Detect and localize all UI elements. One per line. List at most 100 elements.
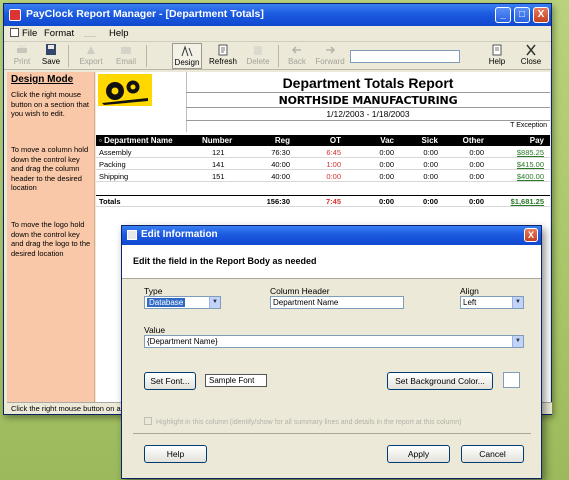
align-label: Align xyxy=(460,286,479,296)
column-header-label: Column Header xyxy=(270,286,330,296)
help-button[interactable]: Help xyxy=(485,43,509,69)
sample-font-preview: Sample Font xyxy=(205,374,267,387)
total-sick: 0:00 xyxy=(422,197,438,206)
company-name[interactable]: NORTHSIDE MANUFACTURING xyxy=(96,94,550,107)
column-header-vac[interactable]: Vac xyxy=(358,136,394,145)
arrow-right-icon xyxy=(326,46,336,54)
search-box[interactable] xyxy=(350,50,460,63)
column-header-sick[interactable]: Sick xyxy=(402,136,438,145)
status-text: Click the right mouse button on a xyxy=(11,404,121,413)
apply-button[interactable]: Apply xyxy=(387,445,450,463)
design-mode-heading: Design Mode xyxy=(11,74,74,85)
toolbar-separator xyxy=(278,45,279,67)
dialog-icon xyxy=(127,230,137,240)
column-header-ot[interactable]: OT xyxy=(311,136,341,145)
menu-separator: ___ xyxy=(84,30,96,37)
print-button[interactable]: Print xyxy=(8,43,36,69)
design-button[interactable]: Design xyxy=(172,43,202,69)
set-background-color-button[interactable]: Set Background Color... xyxy=(387,372,493,390)
value-dropdown[interactable]: {Department Name} ▼ xyxy=(144,335,524,348)
column-header-department-name[interactable]: ▫ Department Name xyxy=(99,136,173,145)
totals-label: Totals xyxy=(99,197,121,206)
close-button[interactable]: X xyxy=(533,7,549,23)
help-button[interactable]: Help xyxy=(144,445,207,463)
help-icon xyxy=(492,44,502,56)
cell-number: 151 xyxy=(212,172,225,181)
column-header-other[interactable]: Other xyxy=(448,136,484,145)
export-button[interactable]: Export xyxy=(74,43,108,69)
app-icon xyxy=(9,9,21,21)
cell-pay[interactable]: $885.25 xyxy=(496,148,544,157)
chevron-down-icon: ▼ xyxy=(512,336,523,347)
highlight-checkbox[interactable]: Highlight in this column (identify/show … xyxy=(144,417,461,426)
cell-pay[interactable]: $400.00 xyxy=(496,172,544,181)
menu-bar: File Format ___ Help xyxy=(4,26,551,42)
cell-vac: 0:00 xyxy=(379,172,394,181)
cell-ot: 6:45 xyxy=(326,148,341,157)
dialog-close-button[interactable]: X xyxy=(524,228,538,242)
column-header-reg[interactable]: Reg xyxy=(256,136,290,145)
total-vac: 0:00 xyxy=(378,197,394,206)
dialog-divider xyxy=(133,433,531,434)
dialog-title-bar[interactable]: Edit Information X xyxy=(122,226,541,245)
refresh-button[interactable]: Refresh xyxy=(206,43,240,69)
maximize-button[interactable]: □ xyxy=(514,7,530,23)
total-reg: 156:30 xyxy=(266,197,290,206)
totals-row[interactable]: Totals 156:30 7:45 0:00 0:00 0:00 $1,681… xyxy=(96,195,550,207)
value-label: Value xyxy=(144,325,166,335)
exception-note: T Exception xyxy=(510,122,547,129)
dialog-instruction: Edit the field in the Report Body as nee… xyxy=(133,256,317,266)
column-header-pay[interactable]: Pay xyxy=(496,136,544,145)
toolbar-close-button[interactable]: Close xyxy=(518,43,544,69)
email-icon xyxy=(121,47,131,54)
cell-department-name: Shipping xyxy=(99,172,129,181)
design-icon xyxy=(181,45,193,57)
save-button[interactable]: Save xyxy=(38,43,64,69)
background-color-swatch xyxy=(503,372,520,388)
design-mode-panel: Design Mode Click the right mouse button… xyxy=(7,72,95,402)
edit-information-dialog: Edit Information X Edit the field in the… xyxy=(121,225,542,479)
arrow-left-icon xyxy=(291,46,301,54)
type-dropdown[interactable]: Database ▼ xyxy=(144,296,221,309)
cell-other: 0:00 xyxy=(469,148,484,157)
menu-help[interactable]: Help xyxy=(109,28,129,39)
date-range[interactable]: 1/12/2003 - 1/18/2003 xyxy=(96,109,550,119)
company-rule xyxy=(186,107,550,108)
cell-reg: 40:00 xyxy=(271,172,290,181)
cell-ot: 1:00 xyxy=(326,160,341,169)
blank-row xyxy=(96,183,550,194)
back-button[interactable]: Back xyxy=(284,43,310,69)
cancel-button[interactable]: Cancel xyxy=(461,445,524,463)
report-title[interactable]: Department Totals Report xyxy=(96,75,550,91)
cell-pay[interactable]: $415.00 xyxy=(496,160,544,169)
forward-button[interactable]: Forward xyxy=(313,43,347,69)
cell-vac: 0:00 xyxy=(379,160,394,169)
cell-sick: 0:00 xyxy=(423,148,438,157)
checkbox-box xyxy=(144,417,152,425)
menu-format[interactable]: Format xyxy=(44,28,74,39)
cell-reg: 40:00 xyxy=(271,160,290,169)
table-row[interactable]: Assembly 121 76:30 6:45 0:00 0:00 0:00 $… xyxy=(96,147,550,158)
title-bar[interactable]: PayClock Report Manager - [Department To… xyxy=(4,4,551,26)
set-font-button[interactable]: Set Font... xyxy=(144,372,196,390)
table-row[interactable]: Shipping 151 40:00 0:00 0:00 0:00 0:00 $… xyxy=(96,171,550,182)
total-ot: 7:45 xyxy=(325,197,341,206)
minimize-button[interactable]: _ xyxy=(495,7,511,23)
floppy-disk-icon xyxy=(46,44,56,55)
delete-button[interactable]: Delete xyxy=(244,43,272,69)
table-row[interactable]: Packing 141 40:00 1:00 0:00 0:00 0:00 $4… xyxy=(96,159,550,170)
chevron-down-icon: ▼ xyxy=(512,297,523,308)
printer-icon xyxy=(17,45,27,53)
column-header-number[interactable]: Number xyxy=(202,136,232,145)
report-column-header-row[interactable]: ▫ Department Name Number Reg OT Vac Sick… xyxy=(96,135,550,146)
column-header-input[interactable]: Department Name xyxy=(270,296,404,309)
align-dropdown[interactable]: Left ▼ xyxy=(460,296,524,309)
cell-sick: 0:00 xyxy=(423,172,438,181)
cell-ot: 0:00 xyxy=(326,172,341,181)
total-pay[interactable]: $1,681.25 xyxy=(496,197,544,206)
delete-icon xyxy=(254,46,262,55)
email-button[interactable]: Email xyxy=(111,43,141,69)
date-rule xyxy=(186,120,550,121)
cell-vac: 0:00 xyxy=(379,148,394,157)
menu-file[interactable]: File xyxy=(10,28,37,39)
